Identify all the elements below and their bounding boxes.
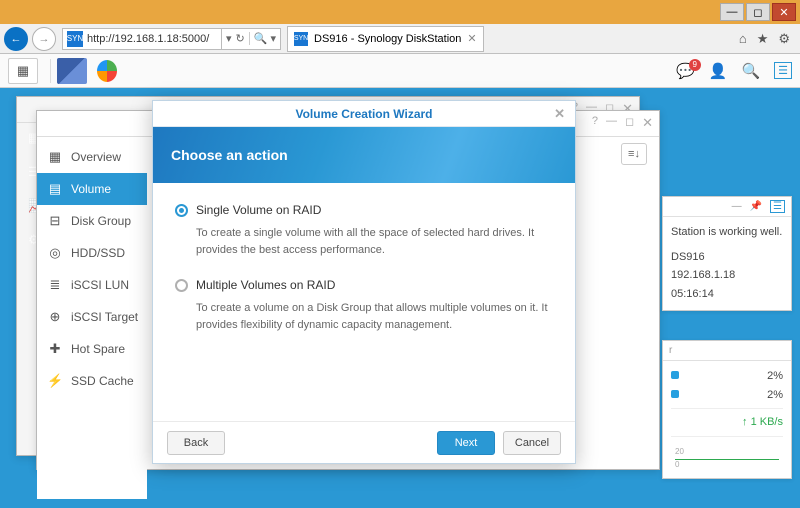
network-chart: 200 (671, 436, 783, 472)
cpu-bar (671, 371, 679, 379)
wizard-footer: Back Next Cancel (153, 421, 575, 463)
site-favicon: SYN (67, 31, 83, 47)
address-tools: ▾ ↻ 🔍 ▾ (222, 28, 281, 50)
sidebar-item-ssdcache[interactable]: ⚡SSD Cache (37, 365, 147, 397)
search-icon[interactable]: 🔍 (741, 62, 760, 80)
close-icon[interactable]: ✕ (642, 115, 653, 131)
diskgroup-icon: ⊟ (47, 213, 63, 229)
wizard-close-icon[interactable]: ✕ (554, 106, 565, 122)
sort-button[interactable]: ≡↓ (621, 143, 647, 165)
radio-icon (175, 204, 188, 217)
hotspare-icon: ✚ (47, 341, 63, 357)
dsm-taskbar: ▦ 💬9 👤 🔍 ☰ (0, 54, 800, 88)
hdd-icon: ◎ (47, 245, 63, 261)
browser-toolbar: ← → SYN http://192.168.1.18:5000/ ▾ ↻ 🔍 … (0, 24, 800, 54)
help-icon[interactable]: ? (592, 115, 598, 131)
option-label: Single Volume on RAID (196, 201, 321, 219)
widgets-icon[interactable]: ☰ (774, 62, 792, 79)
sidebar-item-hdd[interactable]: ◎HDD/SSD (37, 237, 147, 269)
sidebar-item-iscsi-lun[interactable]: ≣iSCSI LUN (37, 269, 147, 301)
storage-manager-icon[interactable] (93, 58, 123, 84)
notification-icon[interactable]: 💬9 (676, 62, 695, 80)
next-button[interactable]: Next (437, 431, 495, 455)
ram-bar (671, 390, 679, 398)
option-label: Multiple Volumes on RAID (196, 276, 335, 294)
sidebar-item-hotspare[interactable]: ✚Hot Spare (37, 333, 147, 365)
net-value: ↑ 1 KB/s (742, 413, 783, 432)
wizard-body: Single Volume on RAID To create a single… (153, 183, 575, 369)
option-desc: To create a single volume with all the s… (196, 225, 553, 258)
resource-monitor-icon[interactable] (57, 58, 87, 84)
maximize-icon[interactable]: ◻ (625, 115, 634, 131)
main-menu-icon[interactable]: ▦ (8, 58, 38, 84)
tab-close-icon[interactable]: ✕ (467, 32, 476, 45)
back-button[interactable]: Back (167, 431, 225, 455)
tab-title: DS916 - Synology DiskStation (314, 33, 461, 45)
win-minimize[interactable]: — (720, 3, 744, 21)
health-name: DS916 (671, 248, 783, 267)
cpu-value: 2% (767, 367, 783, 386)
address-bar[interactable]: SYN http://192.168.1.18:5000/ (62, 28, 222, 50)
ssdcache-icon: ⚡ (47, 373, 63, 389)
storage-sidebar: ▦Overview ▤Volume ⊟Disk Group ◎HDD/SSD ≣… (37, 141, 147, 499)
browser-menu-icons: ⌂ ★ ⚙ (739, 31, 800, 47)
forward-button[interactable]: → (32, 27, 56, 51)
option-desc: To create a volume on a Disk Group that … (196, 300, 553, 333)
iscsi-target-icon: ⊕ (47, 309, 63, 325)
refresh-icon[interactable]: ↻ (236, 32, 245, 45)
window-titlebar: — ◻ ✕ (0, 0, 800, 24)
collapse-icon[interactable]: — (732, 201, 742, 212)
gear-icon[interactable]: ⚙ (778, 31, 790, 47)
resource-widget: r 2% 2% ↑ 1 KB/s 200 (662, 340, 792, 479)
ram-value: 2% (767, 386, 783, 405)
user-icon[interactable]: 👤 (709, 62, 728, 80)
health-ip: 192.168.1.18 (671, 266, 783, 285)
minimize-icon[interactable]: — (606, 115, 617, 131)
favorites-icon[interactable]: ★ (757, 31, 769, 47)
cancel-button[interactable]: Cancel (503, 431, 561, 455)
search-icon[interactable]: 🔍 ▾ (249, 32, 276, 45)
notif-badge: 9 (689, 59, 701, 71)
url-text: http://192.168.1.18:5000/ (87, 33, 209, 45)
wizard-heading: Choose an action (153, 127, 575, 183)
home-icon[interactable]: ⌂ (739, 31, 747, 47)
storage-manager-app-icon (45, 113, 63, 131)
radio-icon (175, 279, 188, 292)
volume-creation-wizard: Volume Creation Wizard ✕ Choose an actio… (152, 100, 576, 464)
iscsi-lun-icon: ≣ (47, 277, 63, 293)
win-close[interactable]: ✕ (772, 3, 796, 21)
dropdown-icon[interactable]: ▾ (226, 32, 232, 45)
sidebar-item-iscsi-target[interactable]: ⊕iSCSI Target (37, 301, 147, 333)
tab-favicon: SYN (294, 32, 308, 46)
more-icon[interactable]: ☰ (770, 200, 785, 213)
browser-tab[interactable]: SYN DS916 - Synology DiskStation ✕ (287, 26, 484, 52)
option-single-volume[interactable]: Single Volume on RAID (175, 201, 553, 219)
health-status: Station is working well. (671, 223, 783, 242)
sidebar-item-volume[interactable]: ▤Volume (37, 173, 147, 205)
sidebar-item-overview[interactable]: ▦Overview (37, 141, 147, 173)
system-health-widget: — 📌 ☰ Station is working well. DS916 192.1… (662, 196, 792, 311)
health-uptime: 05:16:14 (671, 285, 783, 304)
back-button[interactable]: ← (4, 27, 28, 51)
option-multiple-volumes[interactable]: Multiple Volumes on RAID (175, 276, 553, 294)
pin-icon[interactable]: 📌 (750, 201, 762, 212)
wizard-titlebar: Volume Creation Wizard ✕ (153, 101, 575, 127)
win-maximize[interactable]: ◻ (746, 3, 770, 21)
overview-icon: ▦ (47, 149, 63, 165)
volume-icon: ▤ (47, 181, 63, 197)
wizard-title: Volume Creation Wizard (295, 107, 432, 121)
sidebar-item-diskgroup[interactable]: ⊟Disk Group (37, 205, 147, 237)
